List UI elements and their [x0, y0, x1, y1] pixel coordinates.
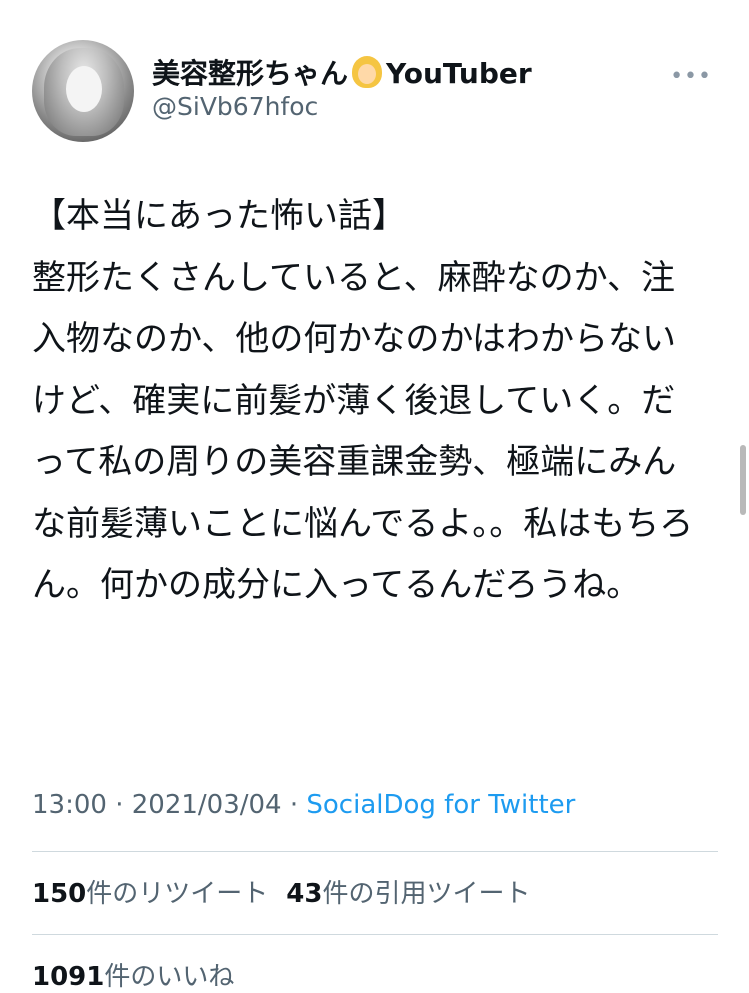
quotes-label: 件の引用ツイート — [322, 879, 531, 909]
likes-label: 件のいいね — [104, 962, 235, 992]
tweet-header: 美容整形ちゃん YouTuber @SiVb67hfoc ••• — [32, 36, 722, 146]
likes-count: 1091 — [32, 962, 105, 992]
more-options-icon[interactable]: ••• — [670, 66, 712, 88]
tweet-stats: 150件のリツイート 43件の引用ツイート — [32, 873, 531, 910]
divider — [32, 851, 718, 852]
woman-emoji-icon — [350, 56, 384, 90]
avatar[interactable] — [32, 40, 134, 142]
quotes-count: 43 — [286, 879, 323, 909]
tweet-meta: 13:00 · 2021/03/04 · SocialDog for Twitt… — [32, 790, 575, 820]
likes-stat[interactable]: 1091件のいいね — [32, 956, 234, 993]
quotes-stat[interactable]: 43件の引用ツイート — [286, 879, 530, 909]
retweets-stat[interactable]: 150件のリツイート — [32, 879, 268, 909]
display-name-suffix: YouTuber — [386, 57, 532, 90]
scrollbar[interactable] — [740, 445, 746, 515]
meta-separator: · — [281, 790, 307, 820]
display-name[interactable]: 美容整形ちゃん YouTuber — [152, 52, 532, 92]
retweets-label: 件のリツイート — [86, 879, 269, 909]
retweets-count: 150 — [32, 879, 87, 909]
divider — [32, 934, 718, 935]
tweet-time[interactable]: 13:00 — [32, 790, 107, 820]
tweet-source-link[interactable]: SocialDog for Twitter — [306, 790, 575, 820]
tweet-date[interactable]: 2021/03/04 — [132, 790, 282, 820]
tweet-text: 【本当にあった怖い話】 整形たくさんしていると、麻酔なのか、注入物なのか、他の何… — [32, 196, 694, 605]
avatar-face — [66, 66, 102, 112]
meta-separator: · — [106, 790, 132, 820]
display-name-text: 美容整形ちゃん — [152, 57, 349, 90]
user-handle[interactable]: @SiVb67hfoc — [152, 92, 318, 121]
